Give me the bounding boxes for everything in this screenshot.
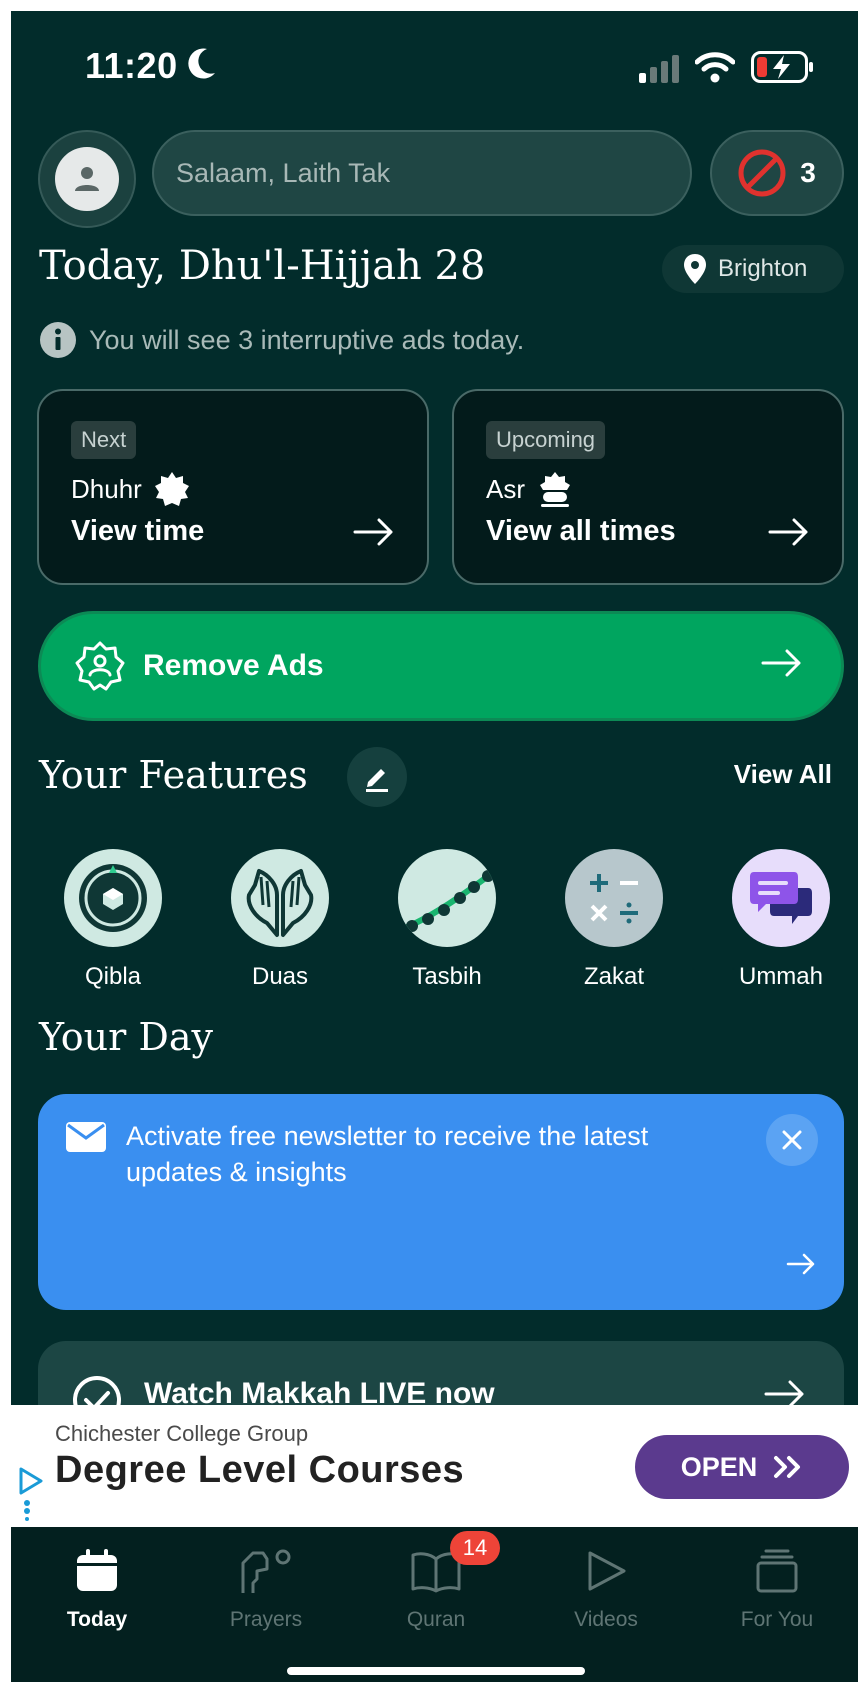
tab-prayers[interactable]: Prayers xyxy=(196,1549,336,1632)
app-screen: 11:20 Salaam, Laith Tak 3 Today, Dhu'l-H… xyxy=(11,11,858,1682)
next-prayer-name: Dhuhr xyxy=(71,471,190,507)
ad-sponsor: Chichester College Group xyxy=(55,1421,309,1446)
home-indicator[interactable] xyxy=(287,1667,585,1675)
upcoming-prayer-name: Asr xyxy=(486,471,573,507)
upcoming-prayer-card[interactable]: Upcoming Asr View all times xyxy=(452,389,844,585)
feature-duas[interactable]: Duas xyxy=(220,849,340,991)
edit-features-button[interactable] xyxy=(347,747,407,807)
view-time-label: View time xyxy=(71,515,205,547)
stack-icon xyxy=(756,1549,798,1593)
ad-credits-button[interactable]: 3 xyxy=(710,130,844,216)
tab-videos[interactable]: Videos xyxy=(536,1549,676,1632)
newsletter-card[interactable]: Activate free newsletter to receive the … xyxy=(38,1094,844,1310)
ad-choices-icon[interactable] xyxy=(15,1465,45,1521)
user-icon xyxy=(75,167,99,191)
moon-icon xyxy=(188,48,215,79)
cellular-signal-icon xyxy=(639,55,679,83)
ad-headline: Degree Level Courses xyxy=(55,1449,465,1491)
ad-banner[interactable]: Chichester College Group Degree Level Co… xyxy=(11,1405,858,1527)
feature-icon-bg xyxy=(732,849,830,947)
feature-label: Tasbih xyxy=(412,963,482,990)
arrow-right-icon xyxy=(768,518,808,546)
calculator-icon xyxy=(590,874,638,924)
upcoming-chip: Upcoming xyxy=(486,421,606,459)
next-chip: Next xyxy=(71,421,137,459)
feature-icon-bg xyxy=(398,849,496,947)
chat-bubbles-icon xyxy=(750,872,812,924)
badge-user-icon xyxy=(75,641,125,691)
feature-ummah[interactable]: Ummah xyxy=(721,849,841,991)
feature-label: Ummah xyxy=(738,963,823,990)
info-icon xyxy=(40,322,76,358)
next-prayer-card[interactable]: Next Dhuhr View time xyxy=(37,389,429,585)
sun-lowering-icon xyxy=(540,472,570,507)
feature-qibla[interactable]: Qibla xyxy=(53,849,173,991)
avatar xyxy=(55,147,119,211)
ads-info: You will see 3 interruptive ads today. xyxy=(39,321,524,359)
location-label: Brighton xyxy=(718,255,808,282)
wifi-icon xyxy=(695,52,735,83)
view-all-times-label: View all times xyxy=(486,515,676,547)
tab-label: For You xyxy=(740,1608,814,1631)
feature-icon-bg xyxy=(231,849,329,947)
features-title: Your Features xyxy=(39,753,308,797)
praying-hands-icon xyxy=(246,869,314,937)
feature-label: Zakat xyxy=(583,963,645,990)
prayer-beads-icon xyxy=(400,870,494,932)
newsletter-text: Activate free newsletter to receive the … xyxy=(126,1121,649,1187)
feature-icon-bg xyxy=(565,849,663,947)
location-chip[interactable]: Brighton xyxy=(662,245,844,293)
close-icon xyxy=(782,1130,802,1150)
play-icon xyxy=(588,1551,626,1591)
tab-quran[interactable]: 14 Quran xyxy=(366,1531,506,1632)
feature-zakat[interactable]: Zakat xyxy=(554,849,674,991)
feature-label: Qibla xyxy=(84,963,142,990)
double-chevron-right-icon xyxy=(774,1456,801,1478)
pencil-icon xyxy=(366,769,388,792)
mail-icon xyxy=(66,1122,106,1152)
greeting-field[interactable]: Salaam, Laith Tak xyxy=(152,130,692,216)
view-all-features-link[interactable]: View All xyxy=(734,759,832,790)
your-day-title: Your Day xyxy=(39,1015,213,1059)
arrow-right-icon xyxy=(786,1253,815,1275)
ad-open-label: OPEN xyxy=(680,1451,758,1482)
tab-for-you[interactable]: For You xyxy=(707,1549,847,1632)
tab-label: Videos xyxy=(574,1608,638,1631)
sun-icon xyxy=(154,472,189,506)
avatar-button[interactable] xyxy=(38,130,136,228)
calendar-icon xyxy=(77,1549,117,1591)
no-ads-icon xyxy=(738,149,786,197)
prayer-name: Dhuhr xyxy=(71,473,142,504)
newsletter-close-button[interactable] xyxy=(766,1114,818,1166)
prayer-name: Asr xyxy=(486,473,525,504)
feature-label: Duas xyxy=(251,963,309,990)
compass-icon xyxy=(79,864,147,932)
tab-label: Prayers xyxy=(229,1608,303,1631)
arrow-right-icon xyxy=(761,649,801,677)
tab-today[interactable]: Today xyxy=(27,1549,167,1632)
arrow-right-icon xyxy=(353,518,393,546)
status-time: 11:20 xyxy=(85,45,178,86)
location-pin-icon xyxy=(684,254,706,284)
remove-ads-button[interactable]: Remove Ads xyxy=(38,611,844,721)
ads-info-text: You will see 3 interruptive ads today. xyxy=(89,324,525,355)
feature-icon-bg xyxy=(64,849,162,947)
status-bar: 11:20 xyxy=(11,11,858,121)
ad-open-button[interactable]: OPEN xyxy=(635,1435,849,1499)
battery-charging-icon xyxy=(751,51,813,83)
tab-bar: Today Prayers 14 Quran Videos For You xyxy=(11,1527,858,1682)
date-title: Today, Dhu'l-Hijjah 28 xyxy=(39,243,486,289)
tab-label: Today xyxy=(66,1608,128,1631)
ad-count: 3 xyxy=(800,157,816,188)
quran-badge: 14 xyxy=(450,1531,500,1565)
prayer-icon xyxy=(241,1549,291,1593)
feature-tasbih[interactable]: Tasbih xyxy=(387,849,507,991)
remove-ads-label: Remove Ads xyxy=(143,649,324,682)
tab-label: Quran xyxy=(406,1608,466,1631)
